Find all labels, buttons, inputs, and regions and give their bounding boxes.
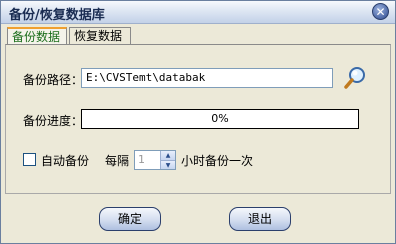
stepper-up-button[interactable]: ▲ bbox=[161, 151, 175, 160]
close-button[interactable]: ✕ bbox=[372, 3, 389, 20]
magnifier-icon bbox=[344, 67, 365, 89]
auto-backup-label: 自动备份 bbox=[41, 154, 90, 168]
browse-button[interactable] bbox=[343, 65, 369, 91]
stepper-down-button[interactable]: ▼ bbox=[161, 160, 175, 169]
backup-progress-bar: 0% bbox=[81, 109, 359, 129]
window-title: 备份/恢复数据库 bbox=[9, 8, 105, 23]
interval-hours-stepper[interactable]: 1 ▲ ▼ bbox=[134, 150, 176, 170]
interval-prefix-label: 每隔 bbox=[105, 154, 130, 168]
tab-restore-data[interactable]: 恢复数据 bbox=[69, 27, 131, 44]
stepper-buttons: ▲ ▼ bbox=[160, 151, 175, 169]
title-bar[interactable]: 备份/恢复数据库 ✕ bbox=[1, 1, 395, 24]
progress-text: 0% bbox=[211, 112, 229, 125]
interval-suffix-label: 小时备份一次 bbox=[181, 154, 254, 168]
path-label: 备份路径： bbox=[23, 73, 84, 87]
tab-backup-data[interactable]: 备份数据 bbox=[7, 27, 67, 44]
backup-path-input[interactable]: E:\CVSTemt\databak bbox=[81, 68, 333, 88]
backup-restore-dialog: 备份/恢复数据库 ✕ 备份数据 恢复数据 备份路径： E:\CVSTemt\da… bbox=[0, 0, 396, 244]
progress-label: 备份进度： bbox=[23, 114, 84, 128]
ok-button[interactable]: 确定 bbox=[99, 207, 161, 231]
interval-hours-value: 1 bbox=[138, 153, 145, 166]
auto-backup-checkbox[interactable] bbox=[23, 153, 36, 166]
exit-button[interactable]: 退出 bbox=[229, 207, 291, 231]
close-icon: ✕ bbox=[375, 5, 386, 19]
